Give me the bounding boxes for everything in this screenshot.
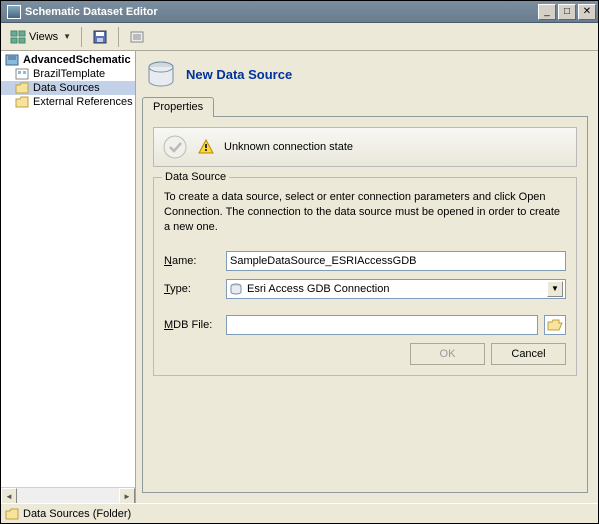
fieldset-description: To create a data source, select or enter… [164,190,566,235]
template-icon [15,68,29,80]
tab-bar: Properties [142,97,588,117]
cancel-button[interactable]: Cancel [491,343,566,365]
page-title: New Data Source [186,67,292,82]
tree-root-label: AdvancedSchematic [23,54,131,66]
tree-item-label: External References [33,96,133,108]
datasource-fieldset: Data Source To create a data source, sel… [153,177,577,376]
browse-button[interactable] [544,315,566,335]
window-title: Schematic Dataset Editor [25,6,538,18]
sidebar: AdvancedSchematic BrazilTemplate Data So… [1,51,136,503]
row-mdb: MDB File: [164,315,566,335]
toolbar: Views ▼ [1,23,598,51]
header: New Data Source [142,55,588,97]
folder-icon [15,82,29,94]
folder-icon [5,508,19,520]
views-menu[interactable]: Views ▼ [5,26,76,48]
tree: AdvancedSchematic BrazilTemplate Data So… [1,51,135,487]
chevron-down-icon: ▼ [63,32,71,41]
folder-open-icon [547,318,563,332]
body: AdvancedSchematic BrazilTemplate Data So… [1,51,598,503]
tab-properties[interactable]: Properties [142,97,214,117]
tree-item-braziltemplate[interactable]: BrazilTemplate [1,67,135,81]
type-combobox[interactable]: Esri Access GDB Connection ▼ [226,279,566,299]
tree-root[interactable]: AdvancedSchematic [1,53,135,67]
views-icon [10,29,26,45]
chevron-down-icon[interactable]: ▼ [547,281,563,297]
warning-icon [198,139,214,155]
maximize-button[interactable]: □ [558,4,576,20]
tree-item-label: BrazilTemplate [33,68,105,80]
h-scrollbar[interactable]: ◄ ► [1,487,135,503]
toolbar-separator [118,27,119,47]
name-input[interactable] [226,251,566,271]
tree-item-datasources[interactable]: Data Sources [1,81,135,95]
title-bar: Schematic Dataset Editor _ □ ✕ [1,1,598,23]
mdb-input[interactable] [226,315,538,335]
status-bar: Data Sources (Folder) [1,503,598,523]
scroll-right-button[interactable]: ► [119,488,135,504]
type-value: Esri Access GDB Connection [247,283,543,295]
views-label: Views [29,31,58,43]
save-button[interactable] [87,26,113,48]
datasource-icon [144,59,178,89]
app-window: Schematic Dataset Editor _ □ ✕ Views ▼ [0,0,599,524]
name-label: Name: [164,255,220,267]
tree-item-label: Data Sources [33,82,100,94]
connection-status-box: Unknown connection state [153,127,577,167]
tab-panel: Unknown connection state Data Source To … [142,116,588,493]
fieldset-legend: Data Source [162,171,229,183]
settings-button[interactable] [124,26,150,48]
button-row: OK Cancel [164,343,566,365]
minimize-button[interactable]: _ [538,4,556,20]
connection-icon [229,282,243,296]
row-type: Type: Esri Access GDB Connection ▼ [164,279,566,299]
close-button[interactable]: ✕ [578,4,596,20]
scroll-left-button[interactable]: ◄ [1,488,17,504]
gear-icon [129,29,145,45]
dataset-icon [5,54,19,66]
save-icon [92,29,108,45]
folder-icon [15,96,29,108]
app-icon [7,5,21,19]
status-text: Data Sources (Folder) [23,508,131,520]
main-panel: New Data Source Properties Unknown conne… [136,51,598,503]
type-label: Type: [164,283,220,295]
scroll-track[interactable] [17,488,119,503]
check-icon [162,134,188,160]
toolbar-separator [81,27,82,47]
tree-item-externalreferences[interactable]: External References [1,95,135,109]
mdb-label: MDB File: [164,319,220,331]
ok-button[interactable]: OK [410,343,485,365]
row-name: Name: [164,251,566,271]
connection-status-text: Unknown connection state [224,141,353,153]
